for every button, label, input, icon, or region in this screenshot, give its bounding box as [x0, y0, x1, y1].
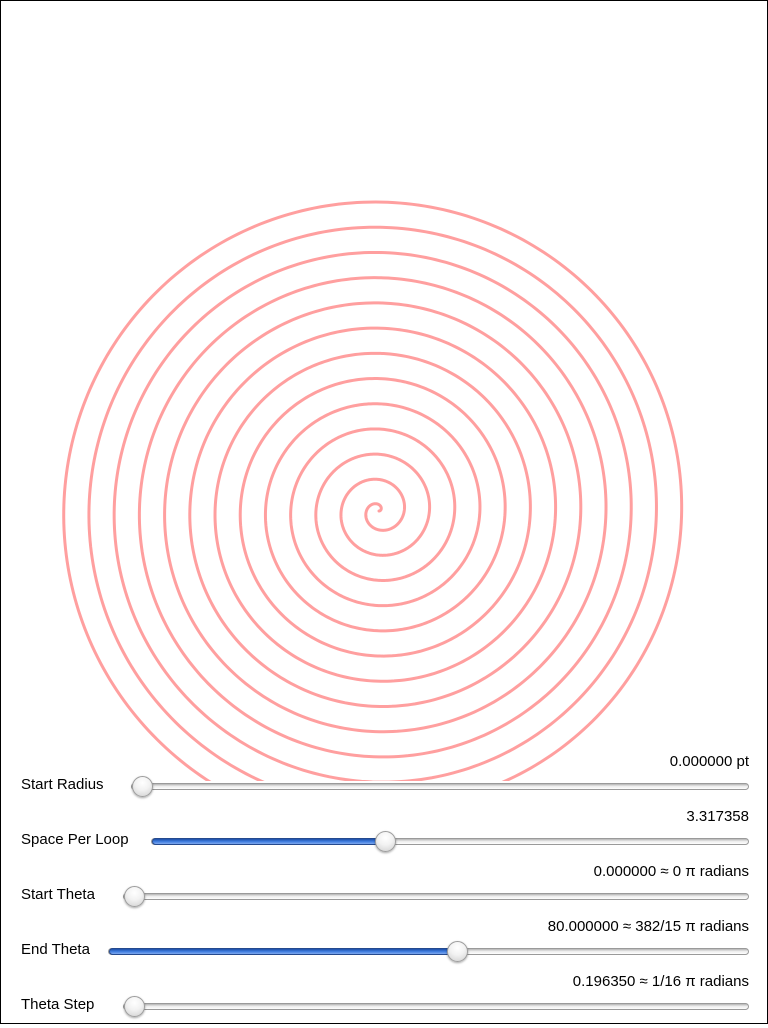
- start-radius-label: Start Radius: [21, 776, 104, 793]
- start-theta-value: 0.000000 ≈ 0 π radians: [593, 863, 749, 880]
- end-theta-label: End Theta: [21, 941, 90, 958]
- start-radius-value: 0.000000 pt: [669, 753, 749, 770]
- slider-row-start-radius: 0.000000 pt Start Radius: [1, 753, 768, 808]
- start-radius-slider[interactable]: [131, 776, 749, 797]
- slider-row-start-theta: 0.000000 ≈ 0 π radians Start Theta: [1, 863, 768, 918]
- start-theta-slider-thumb[interactable]: [124, 886, 145, 907]
- start-radius-slider-thumb[interactable]: [132, 776, 153, 797]
- spiral-canvas: [62, 200, 684, 781]
- theta-step-value: 0.196350 ≈ 1/16 π radians: [572, 973, 749, 990]
- app-frame: 0.000000 pt Start Radius 3.317358 Space …: [0, 0, 768, 1024]
- theta-step-label: Theta Step: [21, 996, 95, 1013]
- start-theta-slider[interactable]: [123, 886, 749, 907]
- space-per-loop-slider-thumb[interactable]: [375, 831, 397, 852]
- end-theta-slider-thumb[interactable]: [446, 941, 468, 962]
- theta-step-slider[interactable]: [123, 996, 749, 1017]
- space-per-loop-value: 3.317358: [686, 808, 749, 825]
- start-theta-label: Start Theta: [21, 886, 95, 903]
- end-theta-value: 80.000000 ≈ 382/15 π radians: [547, 918, 749, 935]
- space-per-loop-label: Space Per Loop: [21, 831, 129, 848]
- slider-row-theta-step: 0.196350 ≈ 1/16 π radians Theta Step: [1, 973, 768, 1028]
- slider-row-end-theta: 80.000000 ≈ 382/15 π radians End Theta: [1, 918, 768, 973]
- end-theta-slider-fill: [109, 948, 457, 955]
- space-per-loop-slider-fill: [152, 838, 386, 845]
- slider-row-space-per-loop: 3.317358 Space Per Loop: [1, 808, 768, 863]
- theta-step-slider-thumb[interactable]: [124, 996, 145, 1017]
- space-per-loop-slider[interactable]: [151, 831, 749, 852]
- spiral-curve: [62, 200, 684, 781]
- end-theta-slider[interactable]: [108, 941, 749, 962]
